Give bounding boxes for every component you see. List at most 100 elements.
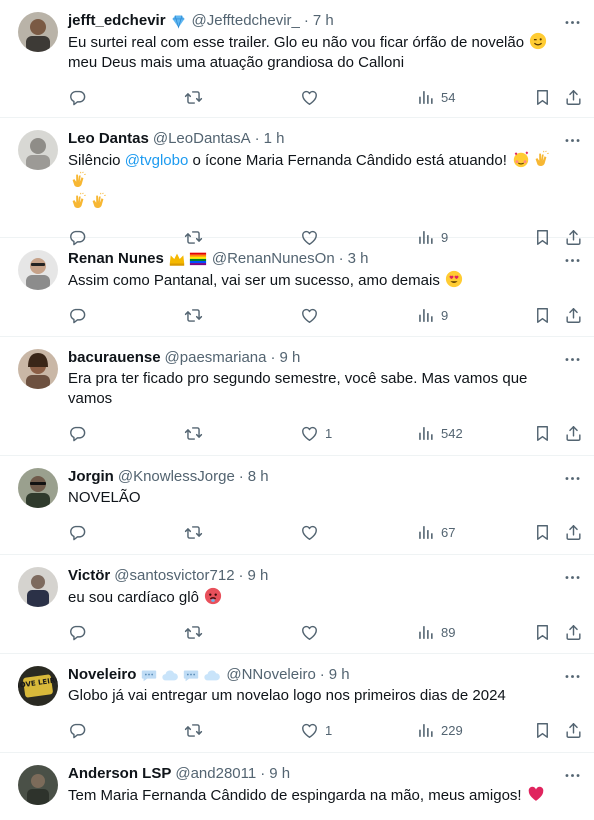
- more-icon[interactable]: [562, 12, 582, 32]
- tweet[interactable]: Victör @santosvictor712 · 9 h eu sou car…: [0, 555, 594, 654]
- user-handle[interactable]: @and28011: [175, 763, 256, 785]
- user-handle[interactable]: @paesmariana: [165, 347, 267, 369]
- more-icon[interactable]: [562, 250, 582, 270]
- share-button[interactable]: [564, 623, 583, 642]
- user-handle[interactable]: @santosvictor712: [114, 565, 234, 587]
- reply-icon: [68, 523, 87, 542]
- views-button[interactable]: 229: [416, 721, 463, 740]
- tweet-actions: 1 229: [68, 708, 578, 752]
- views-button[interactable]: 542: [416, 424, 463, 443]
- thought-bubble-icon: [203, 666, 221, 684]
- tweet[interactable]: NOVE LEIRO Noveleiro @NNoveleiro · 9 h G…: [0, 654, 594, 753]
- bookmark-button[interactable]: [533, 623, 552, 642]
- tweet-actions: 67: [68, 510, 578, 554]
- reply-button[interactable]: [68, 88, 87, 107]
- reply-button[interactable]: [68, 623, 87, 642]
- tweet[interactable]: jefft_edchevir @Jefftedchevir_ · 7 h Eu …: [0, 0, 594, 118]
- tweet-time[interactable]: 9 h: [248, 565, 269, 587]
- display-name[interactable]: Victör: [68, 565, 110, 587]
- views-button[interactable]: 9: [416, 306, 448, 325]
- retweet-button[interactable]: [184, 424, 203, 443]
- views-button[interactable]: 54: [416, 88, 455, 107]
- tweet-time[interactable]: 9 h: [280, 347, 301, 369]
- display-name[interactable]: Noveleiro: [68, 664, 136, 686]
- tweet-time[interactable]: 3 h: [348, 248, 369, 270]
- avatar[interactable]: [18, 250, 58, 290]
- retweet-button[interactable]: [184, 523, 203, 542]
- tweet-header: Noveleiro @NNoveleiro · 9 h: [68, 664, 578, 686]
- mention-link[interactable]: @tvglobo: [125, 152, 189, 169]
- tweet-header: Jorgin @KnowlessJorge · 8 h: [68, 466, 578, 488]
- like-button[interactable]: [300, 306, 325, 325]
- tweet[interactable]: Jorgin @KnowlessJorge · 8 h NOVELÃO 67: [0, 456, 594, 555]
- share-button[interactable]: [564, 523, 583, 542]
- like-button[interactable]: [300, 623, 325, 642]
- more-icon[interactable]: [562, 666, 582, 686]
- display-name[interactable]: Renan Nunes: [68, 248, 164, 270]
- bookmark-button[interactable]: [533, 424, 552, 443]
- view-count: 54: [441, 89, 456, 105]
- user-handle[interactable]: @RenanNunesOn: [212, 248, 335, 270]
- bookmark-button[interactable]: [533, 306, 552, 325]
- reply-icon: [68, 88, 87, 107]
- like-button[interactable]: 1: [300, 424, 332, 443]
- reply-button[interactable]: [68, 306, 87, 325]
- avatar[interactable]: [18, 130, 58, 170]
- user-handle[interactable]: @NNoveleiro: [226, 664, 315, 686]
- views-icon: [416, 721, 435, 740]
- more-icon[interactable]: [562, 130, 582, 150]
- views-button[interactable]: 89: [416, 623, 455, 642]
- smiling-face-with-hearts-icon: [512, 150, 530, 168]
- views-icon: [416, 623, 435, 642]
- like-button[interactable]: [300, 88, 325, 107]
- share-button[interactable]: [564, 721, 583, 740]
- avatar[interactable]: [18, 567, 58, 607]
- user-handle[interactable]: @KnowlessJorge: [118, 466, 235, 488]
- separator-dot: ·: [254, 130, 260, 147]
- bookmark-button[interactable]: [533, 523, 552, 542]
- views-button[interactable]: 67: [416, 523, 455, 542]
- display-name[interactable]: Leo Dantas: [68, 128, 149, 150]
- tweet[interactable]: bacurauense @paesmariana · 9 h Era pra t…: [0, 337, 594, 456]
- retweet-button[interactable]: [184, 623, 203, 642]
- reply-button[interactable]: [68, 523, 87, 542]
- more-icon[interactable]: [562, 567, 582, 587]
- bookmark-button[interactable]: [533, 88, 552, 107]
- like-button[interactable]: 1: [300, 721, 332, 740]
- tweet[interactable]: Renan Nunes @RenanNunesOn · 3 h Assim co…: [0, 238, 594, 337]
- tweet-time[interactable]: 9 h: [269, 763, 290, 785]
- share-icon: [564, 306, 583, 325]
- tweet-time[interactable]: 9 h: [329, 664, 350, 686]
- avatar[interactable]: [18, 765, 58, 805]
- display-name[interactable]: Jorgin: [68, 466, 114, 488]
- tweet-time[interactable]: 8 h: [248, 466, 269, 488]
- more-icon[interactable]: [562, 468, 582, 488]
- bookmark-button[interactable]: [533, 721, 552, 740]
- user-handle[interactable]: @LeoDantasA: [153, 128, 251, 150]
- retweet-button[interactable]: [184, 306, 203, 325]
- like-button[interactable]: [300, 523, 325, 542]
- share-button[interactable]: [564, 306, 583, 325]
- tweet[interactable]: Anderson LSP @and28011 · 9 h Tem Maria F…: [0, 753, 594, 820]
- more-icon[interactable]: [562, 765, 582, 785]
- user-handle[interactable]: @Jefftedchevir_: [192, 10, 300, 32]
- name-emoji-group: [167, 250, 208, 268]
- avatar[interactable]: [18, 468, 58, 508]
- avatar[interactable]: NOVE LEIRO: [18, 666, 58, 706]
- display-name[interactable]: bacurauense: [68, 347, 161, 369]
- share-button[interactable]: [564, 424, 583, 443]
- tweet-time[interactable]: 7 h: [313, 10, 334, 32]
- display-name[interactable]: Anderson LSP: [68, 763, 171, 785]
- more-icon[interactable]: [562, 349, 582, 369]
- retweet-button[interactable]: [184, 88, 203, 107]
- retweet-button[interactable]: [184, 721, 203, 740]
- reply-icon: [68, 306, 87, 325]
- display-name[interactable]: jefft_edchevir: [68, 10, 166, 32]
- avatar[interactable]: [18, 12, 58, 52]
- share-button[interactable]: [564, 88, 583, 107]
- reply-button[interactable]: [68, 721, 87, 740]
- tweet[interactable]: Leo Dantas @LeoDantasA · 1 h Silêncio @t…: [0, 118, 594, 238]
- reply-button[interactable]: [68, 424, 87, 443]
- avatar[interactable]: [18, 349, 58, 389]
- tweet-time[interactable]: 1 h: [264, 128, 285, 150]
